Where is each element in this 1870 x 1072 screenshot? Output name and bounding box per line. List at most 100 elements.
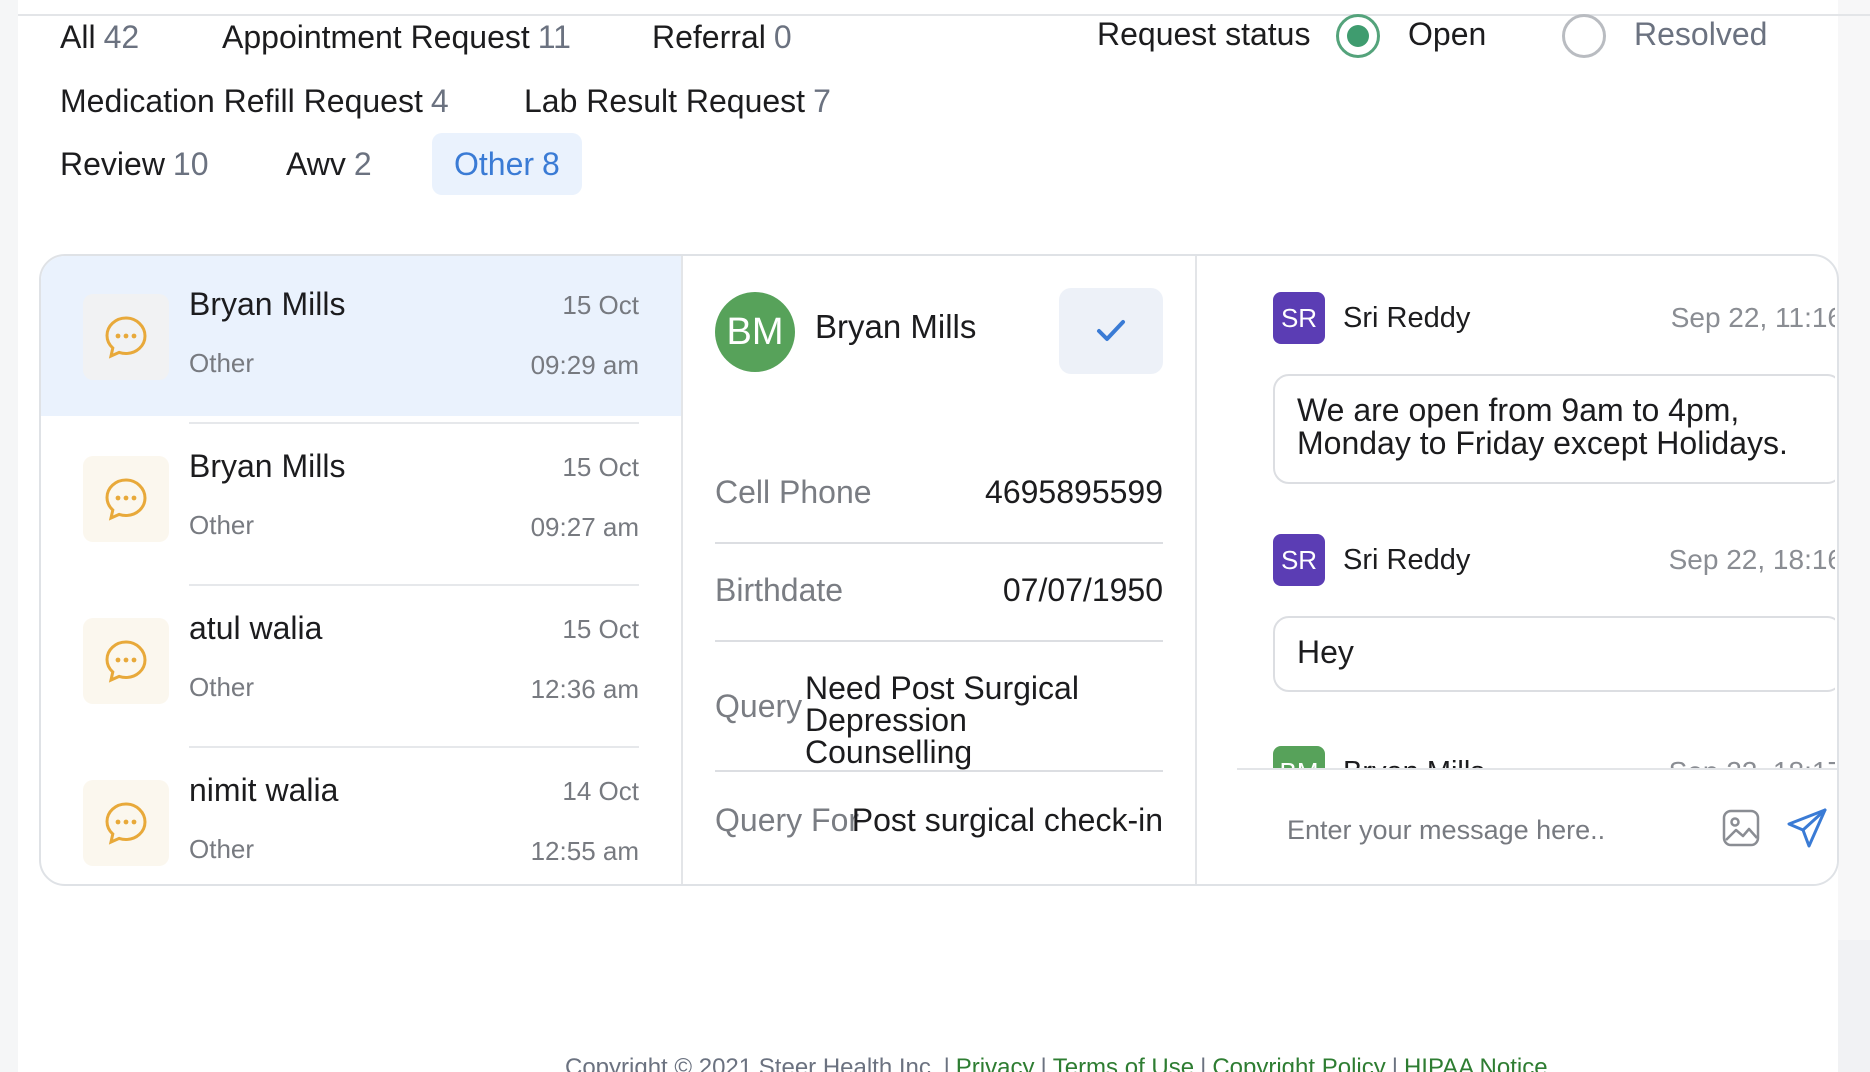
filter-tab-medication-refill[interactable]: Medication Refill Request 4 bbox=[38, 70, 471, 132]
conversation-time: 12:55 am bbox=[530, 836, 639, 866]
message-bubble: Hey bbox=[1273, 616, 1835, 692]
message-time: Sep 22, 18:16 bbox=[1668, 544, 1835, 575]
conversation-type: Other bbox=[189, 348, 255, 378]
conversation-time: 09:29 am bbox=[530, 350, 639, 380]
field-label: Query bbox=[715, 688, 803, 724]
footer-separator: | bbox=[943, 1054, 950, 1072]
message-input[interactable] bbox=[1287, 806, 1707, 854]
filter-label: Lab Result Request bbox=[524, 83, 806, 119]
filter-count: 8 bbox=[542, 146, 560, 182]
field-divider bbox=[715, 640, 1163, 642]
message-time: Sep 22, 18:17 bbox=[1669, 756, 1835, 768]
chat-icon bbox=[83, 456, 169, 542]
filter-label: Referral bbox=[652, 19, 766, 55]
conversation-name: atul walia bbox=[189, 610, 323, 646]
conversation-item[interactable]: atul walia Other 15 Oct 12:36 am bbox=[41, 580, 681, 740]
conversation-item[interactable]: Bryan Mills Other 15 Oct 09:29 am bbox=[41, 256, 681, 416]
resolve-button[interactable] bbox=[1059, 288, 1163, 374]
filter-count: 11 bbox=[537, 19, 571, 55]
footer-separator: | bbox=[1391, 1054, 1398, 1072]
open-radio-label[interactable]: Open bbox=[1408, 16, 1486, 53]
filter-tab-other[interactable]: Other 8 bbox=[432, 133, 582, 195]
conversation-date: 15 Oct bbox=[562, 452, 639, 482]
birthdate-row: Birthdate 07/07/1950 bbox=[715, 572, 1163, 612]
filter-tab-referral[interactable]: Referral 0 bbox=[630, 6, 814, 68]
field-value: Post surgical check-in bbox=[851, 802, 1163, 838]
resolved-radio[interactable] bbox=[1562, 14, 1606, 58]
filter-tab-lab-result[interactable]: Lab Result Request 7 bbox=[502, 70, 853, 132]
conversation-date: 15 Oct bbox=[562, 614, 639, 644]
filter-label: Other bbox=[454, 146, 535, 182]
footer-separator: | bbox=[1200, 1054, 1207, 1072]
message-header: SR Sri Reddy Sep 22, 11:16 bbox=[1273, 292, 1835, 344]
filter-tab-appointment-request[interactable]: Appointment Request 11 bbox=[200, 6, 593, 68]
chat-icon bbox=[83, 618, 169, 704]
copyright-policy-link[interactable]: Copyright Policy bbox=[1212, 1054, 1385, 1072]
filter-count: 10 bbox=[172, 146, 209, 182]
filter-count: 0 bbox=[773, 19, 792, 55]
page: All 42 Appointment Request 11 Referral 0 Me… bbox=[0, 0, 1870, 1072]
filter-count: 4 bbox=[430, 83, 449, 119]
footer-separator: | bbox=[1040, 1054, 1047, 1072]
chat-icon bbox=[83, 780, 169, 866]
conversation-item[interactable]: Bryan Mills Other 15 Oct 09:27 am bbox=[41, 418, 681, 578]
field-label: Query For bbox=[715, 802, 860, 838]
filter-count: 7 bbox=[813, 83, 831, 119]
message-time: Sep 22, 11:16 bbox=[1670, 302, 1835, 333]
conversation-time: 12:36 am bbox=[530, 674, 639, 704]
query-row: Query Need Post Surgical Depression Coun… bbox=[715, 672, 1163, 768]
conversation-type: Other bbox=[189, 834, 255, 864]
column-divider bbox=[681, 256, 683, 884]
patient-avatar: BM bbox=[715, 292, 795, 372]
conversation-type: Other bbox=[189, 672, 255, 702]
filter-tab-awv[interactable]: Awv 2 bbox=[264, 133, 394, 195]
request-status-label: Request status bbox=[1097, 16, 1311, 52]
sender-avatar: SR bbox=[1273, 534, 1325, 586]
filter-tab-all[interactable]: All 42 bbox=[38, 6, 161, 68]
field-label: Birthdate bbox=[715, 572, 844, 608]
conversation-time: 09:27 am bbox=[530, 512, 639, 542]
send-icon[interactable] bbox=[1785, 806, 1829, 850]
cell-phone-row: Cell Phone 4695895599 bbox=[715, 474, 1163, 514]
patient-name: Bryan Mills bbox=[815, 308, 977, 345]
left-gutter bbox=[0, 0, 18, 1072]
conversation-name: Bryan Mills bbox=[189, 448, 346, 484]
checkmark-icon bbox=[1097, 320, 1125, 341]
filter-label: Medication Refill Request bbox=[60, 83, 423, 119]
conversation-date: 14 Oct bbox=[562, 776, 639, 806]
column-divider bbox=[1195, 256, 1197, 884]
conversation-item[interactable]: nimit walia Other 14 Oct 12:55 am bbox=[41, 742, 681, 884]
field-divider bbox=[715, 770, 1163, 772]
conversation-name: Bryan Mills bbox=[189, 286, 346, 322]
field-value: Need Post Surgical Depression Counsellin… bbox=[805, 670, 1079, 770]
sender-name: Sri Reddy bbox=[1343, 544, 1471, 576]
conversation-type: Other bbox=[189, 510, 255, 540]
filter-label: Review bbox=[60, 146, 165, 182]
terms-link[interactable]: Terms of Use bbox=[1053, 1054, 1194, 1072]
filter-label: Appointment Request bbox=[222, 19, 530, 55]
open-radio[interactable] bbox=[1336, 14, 1380, 58]
hipaa-link[interactable]: HIPAA Notice bbox=[1404, 1054, 1548, 1072]
inbox-card: Bryan Mills Other 15 Oct 09:29 am Bryan … bbox=[39, 254, 1839, 886]
message-thread[interactable]: SR Sri Reddy Sep 22, 11:16 We are open f… bbox=[1235, 256, 1835, 768]
field-value: 4695895599 bbox=[985, 474, 1163, 510]
footer: Copyright © 2021 Steer Health Inc. | Priva… bbox=[565, 1054, 1548, 1072]
image-attach-icon[interactable] bbox=[1721, 808, 1761, 848]
copyright-text: Copyright © 2021 Steer Health Inc. bbox=[565, 1054, 938, 1072]
query-for-row: Query For Post surgical check-in bbox=[715, 802, 1163, 842]
filter-tab-review[interactable]: Review 10 bbox=[38, 133, 231, 195]
conversation-date: 15 Oct bbox=[562, 290, 639, 320]
message-header: BM Bryan Mills Sep 22, 18:17 bbox=[1273, 746, 1835, 768]
sender-name: Sri Reddy bbox=[1343, 302, 1471, 334]
field-label: Cell Phone bbox=[715, 474, 872, 510]
filter-label: All bbox=[60, 19, 96, 55]
sender-avatar: SR bbox=[1273, 292, 1325, 344]
scrollbar-track[interactable] bbox=[1838, 940, 1870, 1072]
conversation-name: nimit walia bbox=[189, 772, 339, 808]
sender-avatar: BM bbox=[1273, 746, 1325, 768]
message-composer bbox=[1237, 768, 1837, 884]
resolved-radio-label[interactable]: Resolved bbox=[1634, 16, 1767, 53]
chat-icon bbox=[83, 294, 169, 380]
filter-count: 2 bbox=[353, 146, 372, 182]
privacy-link[interactable]: Privacy bbox=[956, 1054, 1035, 1072]
